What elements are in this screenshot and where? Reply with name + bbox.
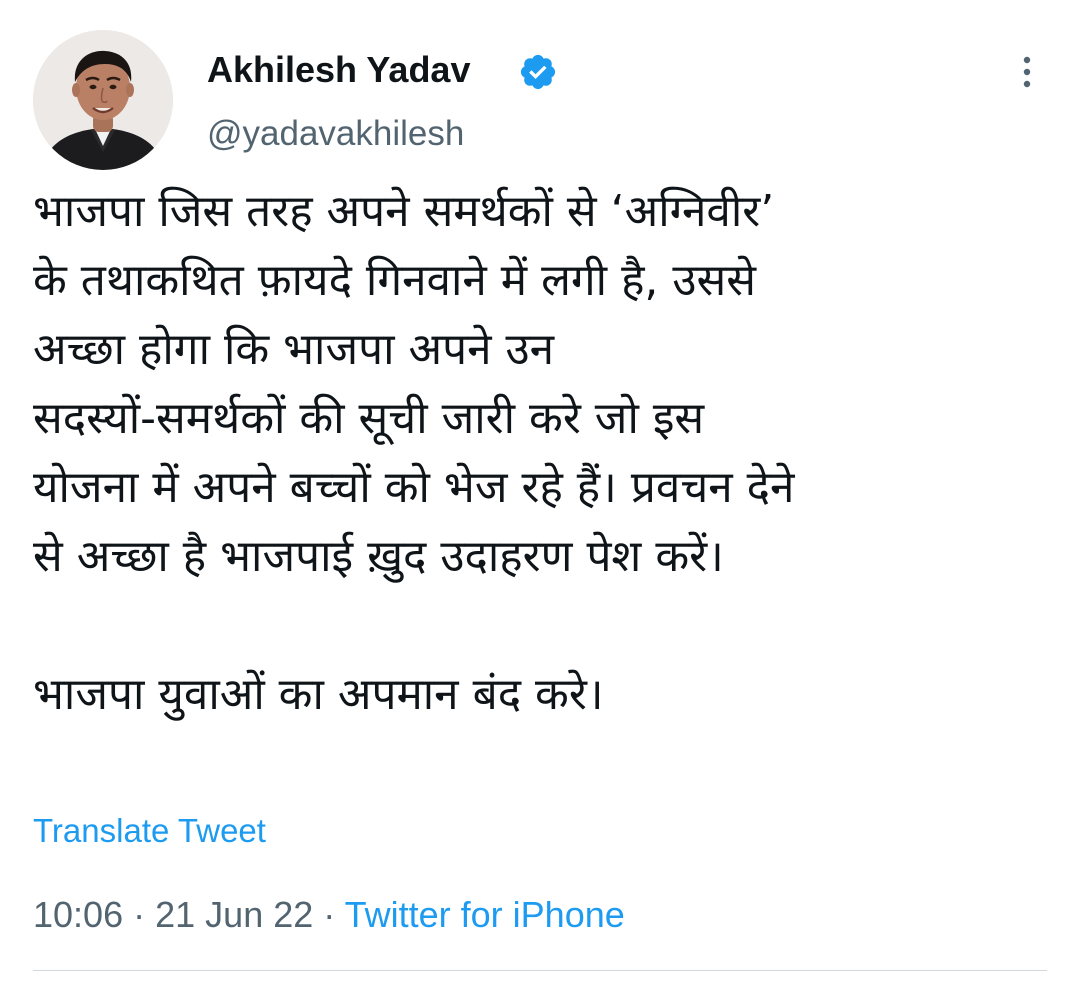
author-name[interactable]: Akhilesh Yadav	[207, 48, 470, 92]
tweet-text: भाजपा जिस तरह अपने समर्थकों से ‘अग्निवीर…	[33, 177, 1043, 729]
verified-badge-icon	[520, 54, 556, 90]
profile-photo	[33, 30, 173, 170]
tweet-time[interactable]: 10:06	[33, 894, 123, 935]
tweet-detail: Akhilesh Yadav @yadavakhilesh भाजपा जिस …	[0, 0, 1079, 981]
avatar[interactable]	[33, 30, 173, 170]
separator-dot: ·	[323, 894, 336, 935]
tweet-paragraph: भाजपा युवाओं का अपमान बंद करे।	[33, 669, 604, 720]
tweet-date[interactable]: 21 Jun 22	[155, 894, 313, 935]
tweet-paragraph: भाजपा जिस तरह अपने समर्थकों से ‘अग्निवीर…	[33, 186, 795, 582]
more-vertical-icon[interactable]	[1012, 52, 1042, 92]
separator-dot: ·	[133, 894, 146, 935]
divider	[33, 970, 1047, 971]
tweet-metadata: 10:06 · 21 Jun 22 · Twitter for iPhone	[33, 892, 625, 938]
translate-tweet-link[interactable]: Translate Tweet	[33, 810, 266, 852]
tweet-source-link[interactable]: Twitter for iPhone	[345, 894, 625, 935]
author-handle[interactable]: @yadavakhilesh	[207, 112, 464, 156]
